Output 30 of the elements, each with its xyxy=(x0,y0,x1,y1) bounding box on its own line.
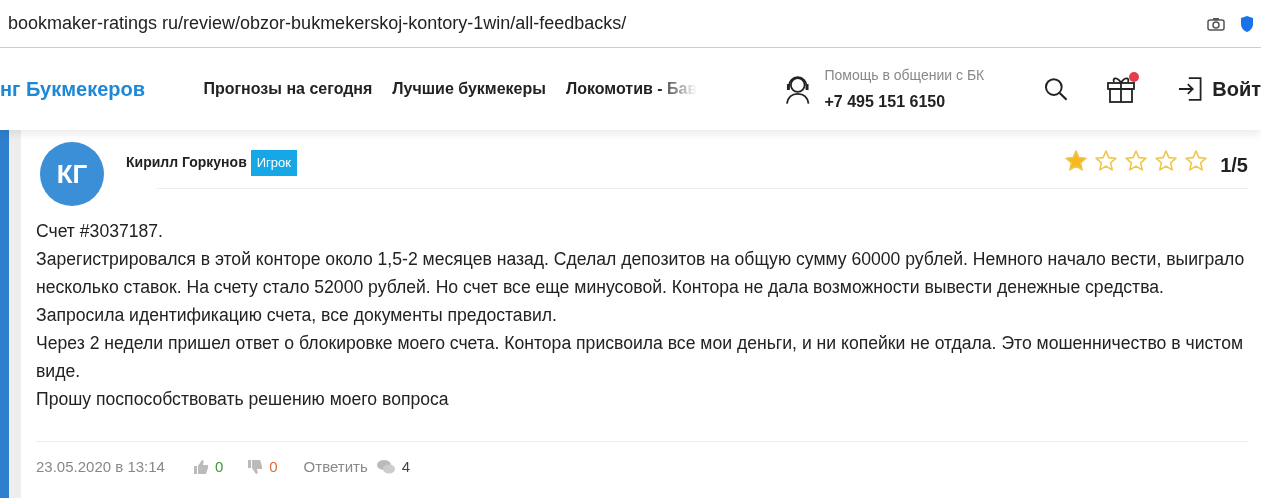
nav-link[interactable]: Прогнозы на сегодня xyxy=(203,77,373,101)
login-link[interactable]: Войт xyxy=(1212,74,1261,104)
url-text[interactable]: bookmaker-ratings ru/review/obzor-bukmekerskoj-kontory-1win/all-feedbacks/ xyxy=(8,10,627,37)
like-count: 0 xyxy=(214,457,224,477)
star-icon xyxy=(1154,149,1179,173)
role-tag: Игрок xyxy=(250,150,297,176)
comment-count: 4 xyxy=(401,457,411,477)
reply-link[interactable]: Ответить xyxy=(303,456,368,479)
nav-link[interactable]: Лучшие букмекеры xyxy=(392,77,546,101)
star-icon xyxy=(1124,149,1149,173)
help-label: Помощь в общении с БК xyxy=(824,65,986,85)
author-name[interactable]: Кирилл Горкунов xyxy=(126,152,247,174)
phone-number[interactable]: +7 495 151 6150 xyxy=(824,89,1012,114)
camera-icon[interactable] xyxy=(1207,16,1225,31)
rating-score: 1/5 xyxy=(1220,153,1248,178)
search-icon[interactable] xyxy=(1043,76,1069,102)
star-icon xyxy=(1094,149,1119,173)
review-paragraph: Через 2 недели пришел ответ о блокировке моего счета. Контора присвоила все мои деньги, и ни копейки не отдала. Это мошенничество в чистом виде. xyxy=(36,332,1244,383)
avatar: КГ xyxy=(40,142,104,206)
gift-icon[interactable] xyxy=(1104,74,1137,104)
dislike-count: 0 xyxy=(269,457,278,477)
star-icon xyxy=(1064,149,1089,173)
thumbs-down-icon[interactable] xyxy=(247,459,264,476)
review-paragraph: Зарегистрировался в этой конторе около 1,5-2 месяцев назад. Сделал депозитов на общую сумму 60000 рублей. Немного начало вести, выиграло несколько ставок. На счету стало 52000 рублей. Но счет все еще минусовой. Контора не дала возможности вывести денежные средства. Запросила идентификацию счета, все документы предоставил. xyxy=(36,248,1246,327)
review-paragraph: Прошу поспособствовать решению моего вопроса xyxy=(36,388,450,411)
site-logo[interactable]: нг Букмекеров xyxy=(0,74,204,104)
star-icon xyxy=(1184,149,1209,173)
thumbs-up-icon[interactable] xyxy=(192,459,209,476)
review-paragraph: Счет #3037187. xyxy=(36,220,164,243)
review-date: 23.05.2020 в 13:14 xyxy=(36,457,165,477)
